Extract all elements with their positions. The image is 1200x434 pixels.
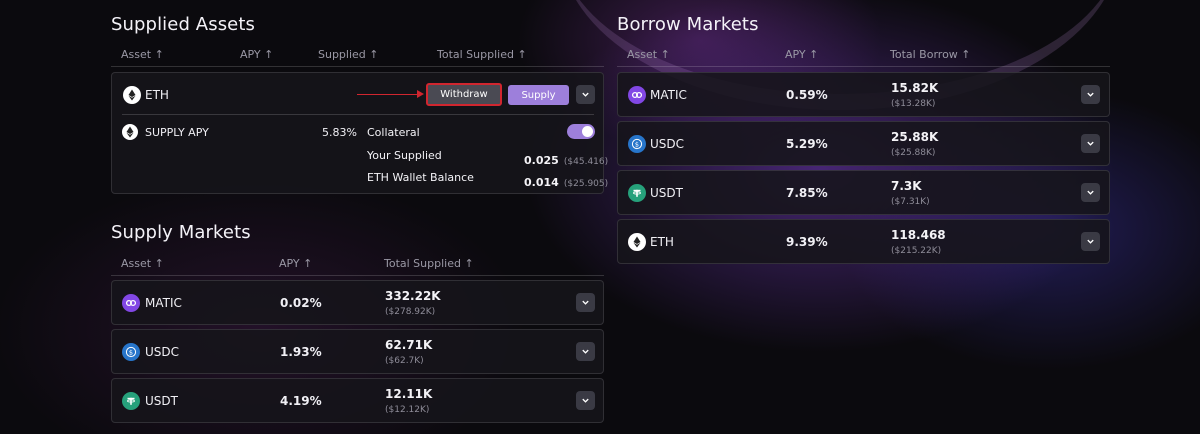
wallet-balance-value: 0.014 bbox=[524, 176, 559, 189]
apy-value: 4.19% bbox=[280, 394, 322, 408]
svg-text:$: $ bbox=[129, 348, 133, 356]
total-supplied-usd: ($12.12K) bbox=[385, 405, 430, 415]
apy-value: 0.02% bbox=[280, 296, 322, 310]
annotation-arrow-head bbox=[417, 90, 424, 98]
expand-button[interactable] bbox=[576, 391, 595, 410]
expand-button[interactable] bbox=[576, 293, 595, 312]
supply-markets-title: Supply Markets bbox=[111, 222, 251, 243]
total-borrow: 7.3K bbox=[891, 179, 922, 193]
total-supplied-usd: ($278.92K) bbox=[385, 307, 436, 317]
sort-total-supplied-header[interactable]: Total Supplied ↑ bbox=[384, 257, 474, 270]
sort-apy-header[interactable]: APY ↑ bbox=[240, 48, 273, 61]
matic-icon bbox=[122, 294, 140, 312]
borrow-row-matic[interactable]: MATIC 0.59% 15.82K ($13.28K) bbox=[617, 72, 1110, 117]
total-borrow-usd: ($25.88K) bbox=[891, 148, 936, 158]
usdt-icon bbox=[122, 392, 140, 410]
wallet-balance-usd: ($25.905) bbox=[563, 179, 609, 189]
total-borrow: 118.468 bbox=[891, 228, 946, 242]
sort-supplied-header[interactable]: Supplied ↑ bbox=[318, 48, 379, 61]
toggle-knob bbox=[582, 126, 593, 137]
collateral-label: Collateral bbox=[367, 126, 420, 139]
eth-icon bbox=[123, 86, 141, 104]
sort-asset-header[interactable]: Asset ↑ bbox=[627, 48, 670, 61]
apy-value: 0.59% bbox=[786, 88, 828, 102]
sort-total-borrow-header[interactable]: Total Borrow ↑ bbox=[890, 48, 971, 61]
usdc-icon: $ bbox=[122, 343, 140, 361]
expand-button[interactable] bbox=[576, 342, 595, 361]
expand-button[interactable] bbox=[1081, 183, 1100, 202]
asset-name: MATIC bbox=[145, 296, 182, 310]
asset-name: USDC bbox=[145, 345, 180, 359]
sort-asset-header[interactable]: Asset ↑ bbox=[121, 257, 164, 270]
supply-button[interactable]: Supply bbox=[508, 85, 569, 105]
sort-total-supplied-header[interactable]: Total Supplied ↑ bbox=[437, 48, 527, 61]
annotation-arrow-line bbox=[357, 94, 419, 95]
supply-apy-label: SUPPLY APY bbox=[145, 126, 209, 139]
expand-button[interactable] bbox=[1081, 134, 1100, 153]
chevron-down-icon bbox=[1087, 239, 1094, 244]
borrow-row-eth[interactable]: ETH 9.39% 118.468 ($215.22K) bbox=[617, 219, 1110, 264]
asset-name: USDC bbox=[650, 137, 685, 151]
your-supplied-label: Your Supplied bbox=[367, 149, 442, 162]
your-supplied-value: 0.025 bbox=[524, 154, 559, 167]
apy-value: 5.29% bbox=[786, 137, 828, 151]
withdraw-button[interactable]: Withdraw bbox=[426, 83, 502, 106]
header-divider bbox=[111, 275, 604, 276]
supplied-asset-card: ETH Withdraw Supply SUPPLY APY 5.83% Col… bbox=[111, 72, 608, 194]
apy-value: 9.39% bbox=[786, 235, 828, 249]
wallet-balance-label: ETH Wallet Balance bbox=[367, 171, 474, 184]
market-row-usdt[interactable]: USDT 4.19% 12.11K ($12.12K) bbox=[111, 378, 604, 423]
chevron-down-icon bbox=[1087, 141, 1094, 146]
chevron-down-icon bbox=[582, 349, 589, 354]
chevron-down-icon bbox=[582, 300, 589, 305]
matic-icon bbox=[628, 86, 646, 104]
total-supplied-usd: ($62.7K) bbox=[385, 356, 424, 366]
borrow-markets-title: Borrow Markets bbox=[617, 14, 759, 35]
collateral-toggle[interactable] bbox=[567, 124, 595, 139]
your-supplied-amount: 0.025 ($45.416) bbox=[524, 149, 608, 168]
market-row-usdc[interactable]: $ USDC 1.93% 62.71K ($62.7K) bbox=[111, 329, 604, 374]
eth-icon bbox=[122, 124, 138, 140]
your-supplied-usd: ($45.416) bbox=[563, 157, 609, 167]
total-borrow: 25.88K bbox=[891, 130, 939, 144]
asset-name: USDT bbox=[145, 394, 178, 408]
chevron-down-icon bbox=[1087, 190, 1094, 195]
usdc-icon: $ bbox=[628, 135, 646, 153]
supplied-assets-title: Supplied Assets bbox=[111, 14, 255, 35]
header-divider bbox=[617, 66, 1110, 67]
card-divider bbox=[122, 114, 594, 115]
asset-name: MATIC bbox=[650, 88, 687, 102]
total-borrow-usd: ($13.28K) bbox=[891, 99, 936, 109]
market-row-matic[interactable]: MATIC 0.02% 332.22K ($278.92K) bbox=[111, 280, 604, 325]
header-divider bbox=[111, 66, 604, 67]
total-borrow-usd: ($215.22K) bbox=[891, 246, 942, 256]
supply-apy-value: 5.83% bbox=[322, 126, 357, 139]
total-borrow-usd: ($7.31K) bbox=[891, 197, 930, 207]
asset-name: USDT bbox=[650, 186, 683, 200]
collapse-toggle-button[interactable] bbox=[576, 85, 595, 104]
asset-name: ETH bbox=[650, 235, 674, 249]
expand-button[interactable] bbox=[1081, 232, 1100, 251]
sort-asset-header[interactable]: Asset ↑ bbox=[121, 48, 164, 61]
asset-name: ETH bbox=[145, 88, 169, 102]
svg-text:$: $ bbox=[635, 140, 639, 148]
chevron-down-icon bbox=[582, 92, 589, 97]
apy-value: 1.93% bbox=[280, 345, 322, 359]
eth-icon bbox=[628, 233, 646, 251]
wallet-balance-amount: 0.014 ($25.905) bbox=[524, 171, 608, 190]
usdt-icon bbox=[628, 184, 646, 202]
borrow-row-usdt[interactable]: USDT 7.85% 7.3K ($7.31K) bbox=[617, 170, 1110, 215]
total-borrow: 15.82K bbox=[891, 81, 939, 95]
expand-button[interactable] bbox=[1081, 85, 1100, 104]
total-supplied: 12.11K bbox=[385, 387, 433, 401]
sort-apy-header[interactable]: APY ↑ bbox=[279, 257, 312, 270]
chevron-down-icon bbox=[1087, 92, 1094, 97]
chevron-down-icon bbox=[582, 398, 589, 403]
sort-apy-header[interactable]: APY ↑ bbox=[785, 48, 818, 61]
apy-value: 7.85% bbox=[786, 186, 828, 200]
total-supplied: 62.71K bbox=[385, 338, 433, 352]
total-supplied: 332.22K bbox=[385, 289, 441, 303]
borrow-row-usdc[interactable]: $ USDC 5.29% 25.88K ($25.88K) bbox=[617, 121, 1110, 166]
